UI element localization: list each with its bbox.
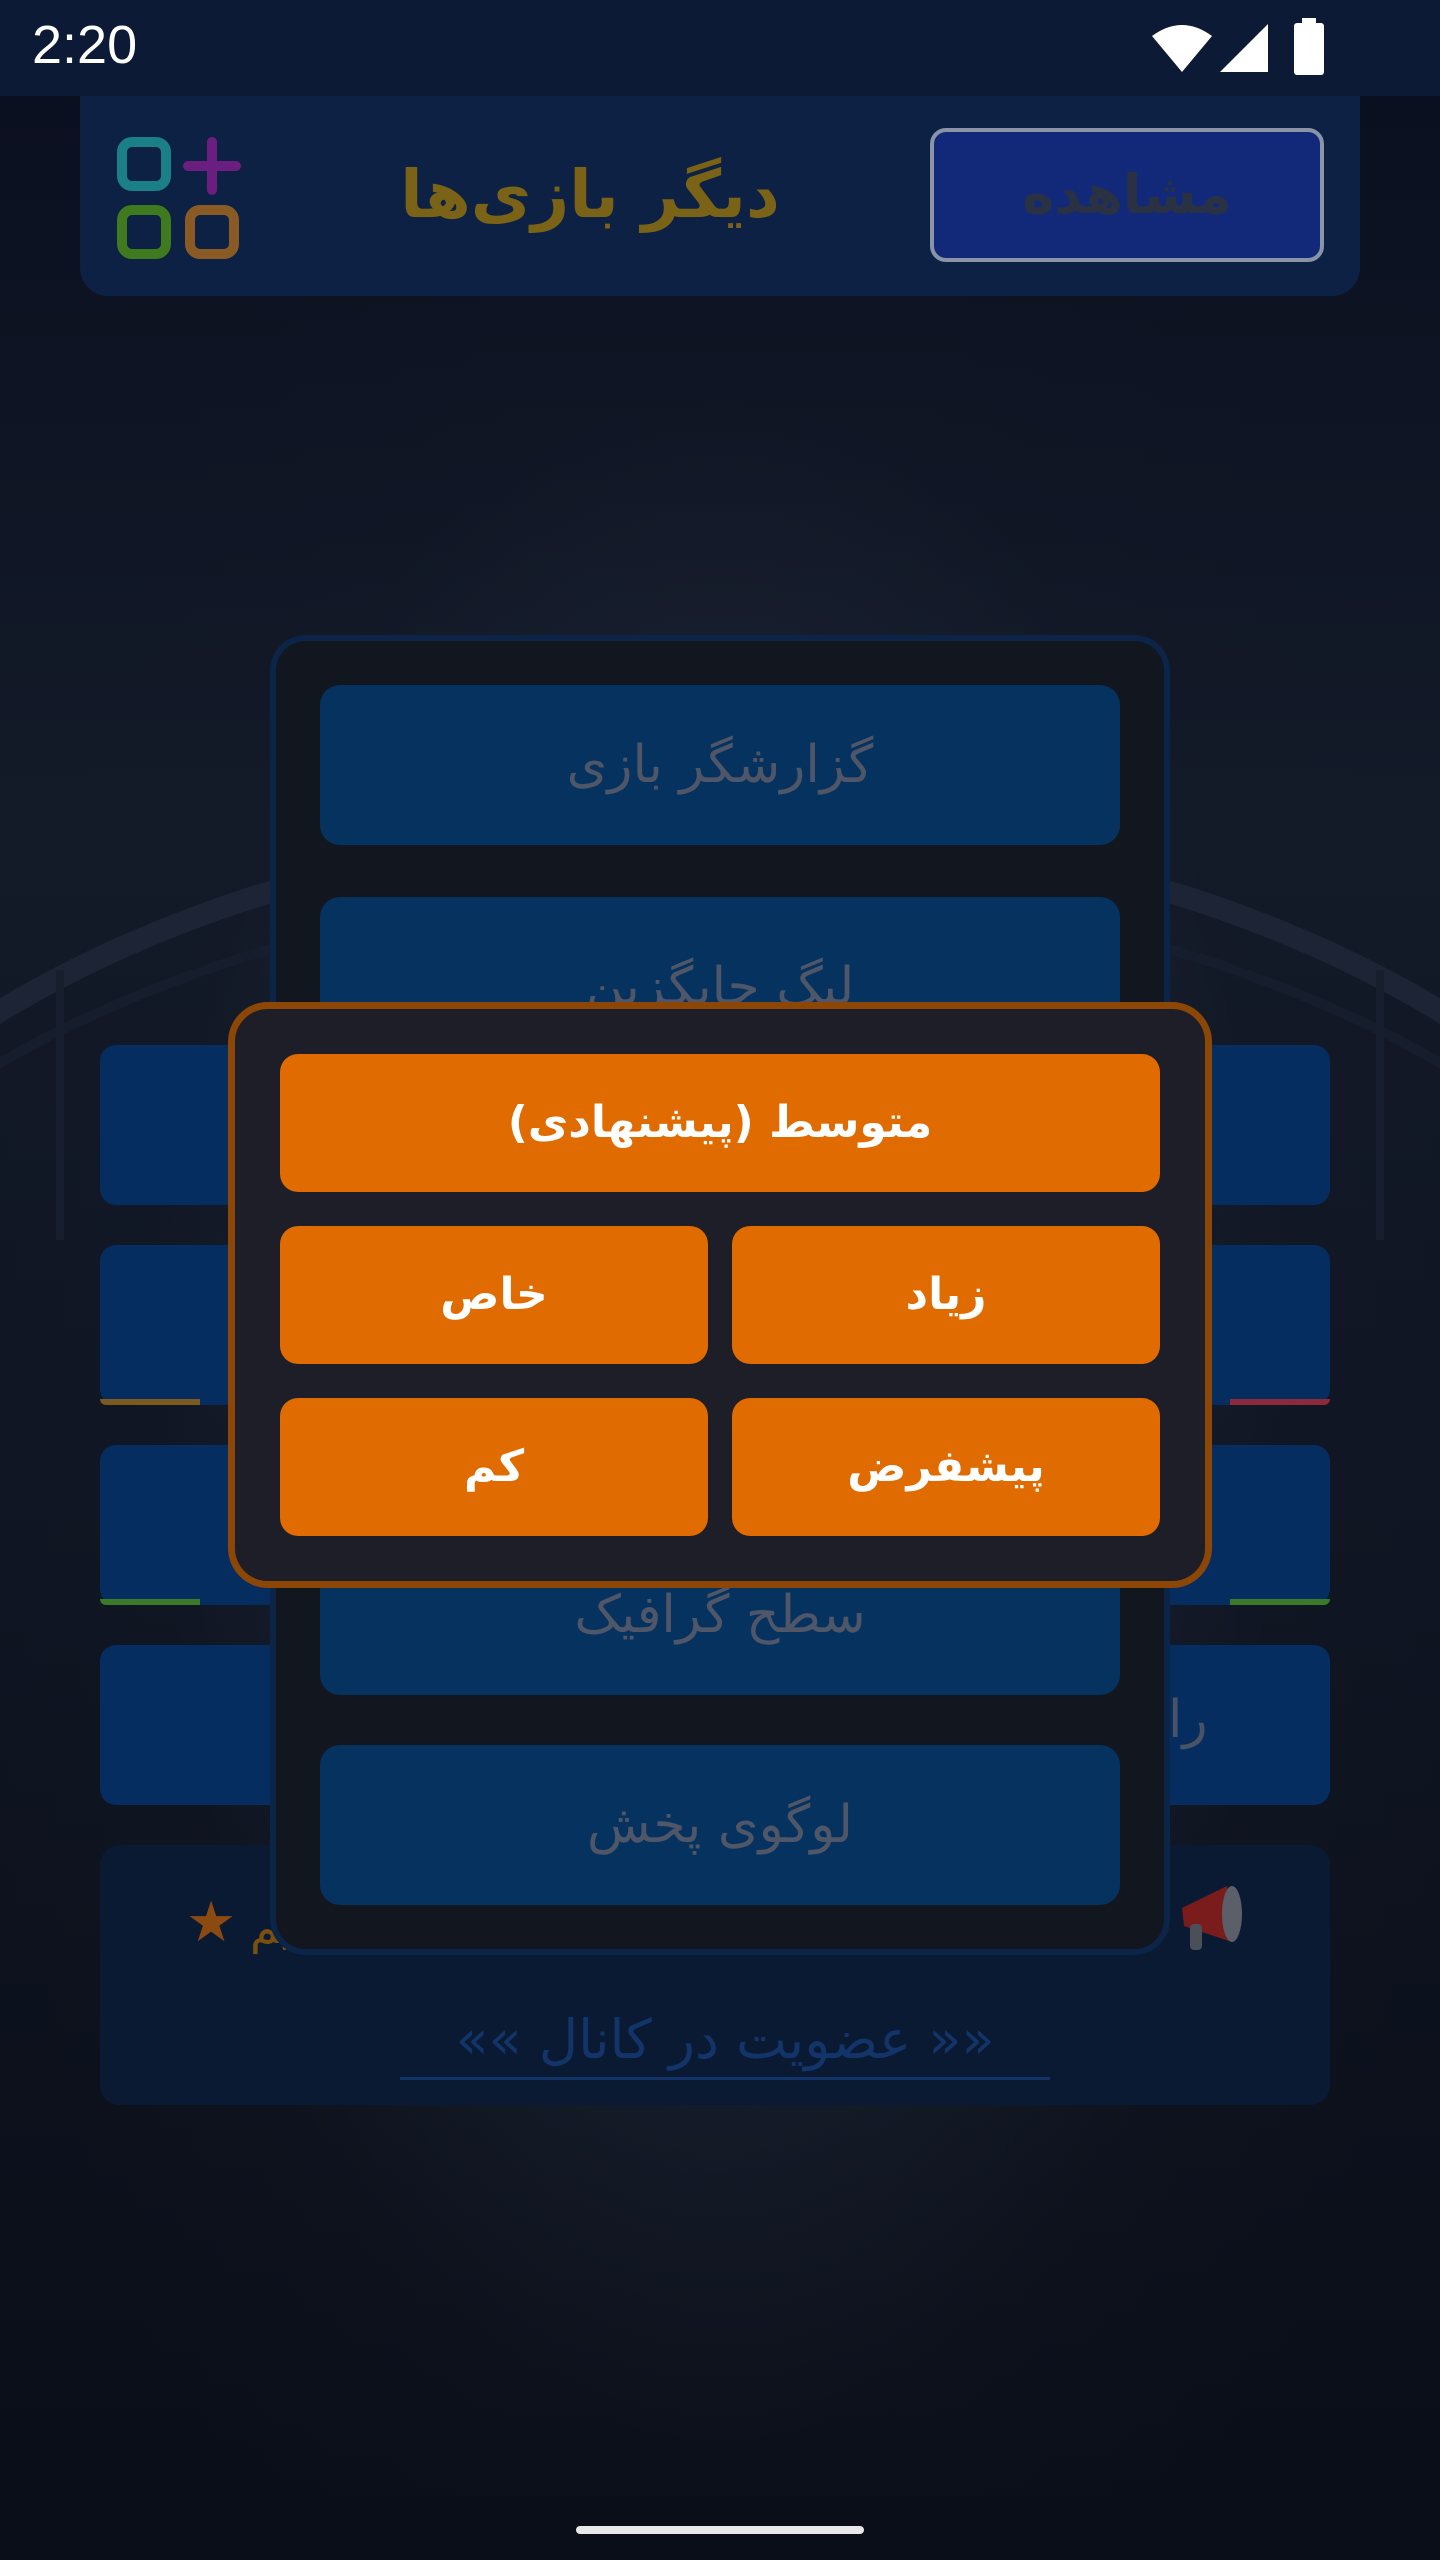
row-accent-edge [100, 1399, 200, 1405]
low-option[interactable]: کم [280, 1398, 708, 1536]
banner-title: دیگر بازی‌ها [400, 156, 780, 233]
default-option[interactable]: پیشفرض [732, 1398, 1160, 1536]
row-accent-edge [1230, 1399, 1330, 1405]
game-commentator-button[interactable]: گزارشگر بازی [320, 685, 1120, 845]
megaphone-icon [1182, 1886, 1242, 1950]
signal-icon [1220, 24, 1268, 72]
join-channel-link[interactable]: «« عضویت در کانال »» [400, 2000, 1050, 2080]
gesture-nav-handle[interactable] [576, 2526, 864, 2534]
row-accent-edge [100, 1599, 200, 1605]
custom-option[interactable]: خاص [280, 1226, 708, 1364]
wifi-icon [1152, 25, 1212, 72]
battery-icon [1294, 18, 1324, 75]
row-accent-edge [1230, 1599, 1330, 1605]
medium-recommended-option[interactable]: متوسط (پیشنهادی) [280, 1054, 1160, 1192]
view-button[interactable]: مشاهده [930, 128, 1324, 262]
star-icon: ★ [186, 1890, 237, 1955]
apps-grid-icon [117, 137, 241, 259]
high-option[interactable]: زیاد [732, 1226, 1160, 1364]
broadcast-logo-button[interactable]: لوگوی پخش [320, 1745, 1120, 1905]
status-time: 2:20 [32, 15, 138, 75]
background-row-label: را [1168, 1690, 1208, 1750]
